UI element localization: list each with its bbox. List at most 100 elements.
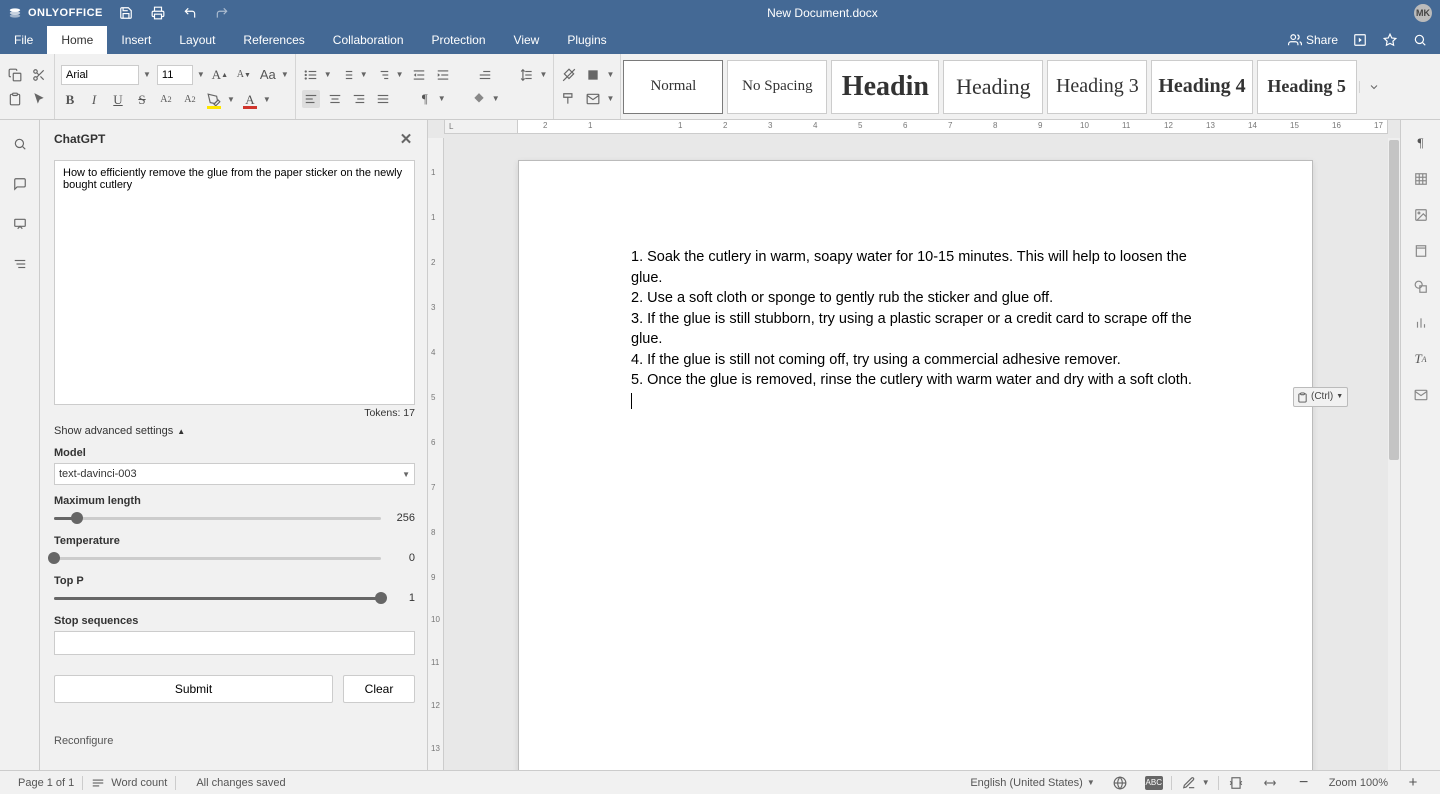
vertical-scrollbar[interactable] <box>1388 138 1400 770</box>
tab-protection[interactable]: Protection <box>418 26 500 54</box>
zoom-indicator[interactable]: Zoom 100% <box>1321 777 1396 789</box>
share-button[interactable]: Share <box>1288 33 1338 47</box>
model-select[interactable]: text-davinci-003 ▼ <box>54 463 415 485</box>
underline-icon[interactable]: U <box>109 91 127 109</box>
highlight-color-icon[interactable] <box>205 91 223 109</box>
tab-references[interactable]: References <box>229 26 318 54</box>
clear-style-icon[interactable] <box>560 66 578 84</box>
number-list-icon[interactable] <box>338 66 356 84</box>
editor-canvas[interactable]: 1 1 2 3 4 5 6 7 8 9 10 11 12 13 L 2 1 <box>428 120 1400 770</box>
decrease-indent-icon[interactable] <box>410 66 428 84</box>
superscript-icon[interactable]: A2 <box>157 91 175 109</box>
mailmerge-settings-icon[interactable] <box>1412 386 1430 404</box>
comments-icon[interactable] <box>10 174 30 194</box>
tab-view[interactable]: View <box>500 26 554 54</box>
prompt-input[interactable]: How to efficiently remove the glue from … <box>54 160 415 405</box>
copy-icon[interactable] <box>6 66 24 84</box>
print-icon[interactable] <box>149 4 167 22</box>
decrease-font-icon[interactable]: A▼ <box>235 66 253 84</box>
topp-slider[interactable] <box>54 591 381 605</box>
subscript-icon[interactable]: A2 <box>181 91 199 109</box>
document-page[interactable]: Soak the cutlery in warm, soapy water fo… <box>518 160 1313 770</box>
style-heading5[interactable]: Heading 5 <box>1257 60 1357 114</box>
tab-layout[interactable]: Layout <box>165 26 229 54</box>
navigation-icon[interactable] <box>10 254 30 274</box>
stop-sequences-input[interactable] <box>54 631 415 655</box>
format-painter-icon[interactable] <box>560 90 578 108</box>
increase-font-icon[interactable]: A▲ <box>211 66 229 84</box>
shading-icon[interactable] <box>470 90 488 108</box>
align-center-icon[interactable] <box>326 90 344 108</box>
paragraph-indent-icon[interactable] <box>476 66 494 84</box>
maxlen-slider[interactable] <box>54 511 381 525</box>
tab-plugins[interactable]: Plugins <box>553 26 620 54</box>
language-select[interactable]: English (United States) ▼ <box>962 777 1102 789</box>
select-cursor-icon[interactable] <box>30 90 48 108</box>
paragraph-settings-icon[interactable]: ¶ <box>1412 134 1430 152</box>
tab-insert[interactable]: Insert <box>107 26 165 54</box>
fit-width-icon[interactable] <box>1261 774 1279 792</box>
style-nospacing[interactable]: No Spacing <box>727 60 827 114</box>
undo-icon[interactable] <box>181 4 199 22</box>
shape-settings-icon[interactable] <box>1412 278 1430 296</box>
fill-color-icon[interactable] <box>584 66 602 84</box>
line-spacing-icon[interactable] <box>518 66 536 84</box>
bold-icon[interactable]: B <box>61 91 79 109</box>
font-name-dropdown-icon[interactable]: ▼ <box>143 70 151 79</box>
submit-button[interactable]: Submit <box>54 675 333 703</box>
tab-home[interactable]: Home <box>47 26 107 54</box>
paste-options-button[interactable]: (Ctrl) ▼ <box>1293 387 1348 407</box>
mail-merge-icon[interactable] <box>584 90 602 108</box>
header-footer-icon[interactable] <box>1412 242 1430 260</box>
align-left-icon[interactable] <box>302 90 320 108</box>
increase-indent-icon[interactable] <box>434 66 452 84</box>
strikethrough-icon[interactable]: S <box>133 91 151 109</box>
paste-icon[interactable] <box>6 90 24 108</box>
wordcount-button[interactable]: Word count <box>83 776 175 790</box>
search-icon[interactable] <box>1412 32 1428 48</box>
tab-collaboration[interactable]: Collaboration <box>319 26 418 54</box>
align-justify-icon[interactable] <box>374 90 392 108</box>
find-icon[interactable] <box>10 134 30 154</box>
advanced-settings-toggle[interactable]: Show advanced settings ▲ <box>54 425 415 437</box>
italic-icon[interactable]: I <box>85 91 103 109</box>
zoom-out-icon[interactable]: − <box>1295 774 1313 792</box>
font-color-icon[interactable]: A <box>241 91 259 109</box>
chat-icon[interactable] <box>10 214 30 234</box>
clear-button[interactable]: Clear <box>343 675 415 703</box>
font-size-dropdown-icon[interactable]: ▼ <box>197 70 205 79</box>
nonprinting-icon[interactable]: ¶ <box>416 90 434 108</box>
doc-language-icon[interactable] <box>1111 774 1129 792</box>
save-icon[interactable] <box>117 4 135 22</box>
style-heading2[interactable]: Heading <box>943 60 1043 114</box>
table-settings-icon[interactable] <box>1412 170 1430 188</box>
close-icon[interactable]: ✕ <box>397 130 415 148</box>
style-normal[interactable]: Normal <box>623 60 723 114</box>
cut-icon[interactable] <box>30 66 48 84</box>
open-location-icon[interactable] <box>1352 32 1368 48</box>
style-heading4[interactable]: Heading 4 <box>1151 60 1252 114</box>
align-right-icon[interactable] <box>350 90 368 108</box>
reconfigure-link[interactable]: Reconfigure <box>54 735 415 747</box>
temp-slider[interactable] <box>54 551 381 565</box>
textart-settings-icon[interactable]: TA <box>1412 350 1430 368</box>
font-size-input[interactable] <box>157 65 193 85</box>
redo-icon[interactable] <box>213 4 231 22</box>
style-heading1[interactable]: Headin <box>831 60 939 114</box>
change-case-icon[interactable]: Aa <box>259 66 277 84</box>
style-heading3[interactable]: Heading 3 <box>1047 60 1147 114</box>
styles-expand-icon[interactable] <box>1359 81 1389 93</box>
bullet-list-icon[interactable] <box>302 66 320 84</box>
font-name-input[interactable] <box>61 65 139 85</box>
image-settings-icon[interactable] <box>1412 206 1430 224</box>
trackchanges-icon[interactable] <box>1180 774 1198 792</box>
favorite-icon[interactable] <box>1382 32 1398 48</box>
fit-page-icon[interactable] <box>1227 774 1245 792</box>
chart-settings-icon[interactable] <box>1412 314 1430 332</box>
spellcheck-icon[interactable]: ABC <box>1145 776 1163 790</box>
multilevel-list-icon[interactable] <box>374 66 392 84</box>
user-avatar[interactable]: MK <box>1414 4 1432 22</box>
page-indicator[interactable]: Page 1 of 1 <box>10 777 82 789</box>
zoom-in-icon[interactable]: + <box>1404 774 1422 792</box>
tab-file[interactable]: File <box>0 26 47 54</box>
